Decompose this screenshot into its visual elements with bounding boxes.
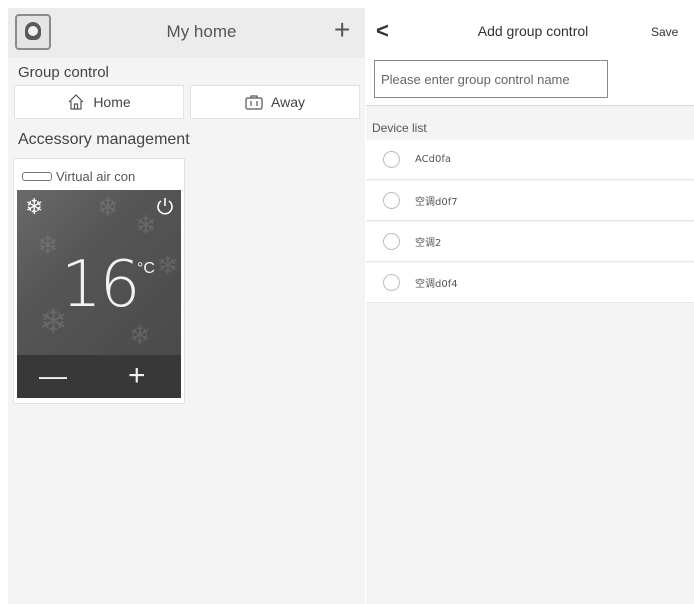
snowflake-decoration-icon: ❄ [157, 250, 179, 280]
home-header: My home + [8, 8, 365, 58]
add-group-header: < Add group control Save [366, 8, 694, 56]
ac-control-panel: ❄ ❄ ❄ ❄ ❄ ❄ ❄ 16 °C [17, 190, 181, 355]
device-list-name: 空调d0f4 [415, 279, 458, 290]
page-title: Add group control [477, 23, 589, 39]
temperature-minus-button[interactable]: — [39, 360, 67, 392]
add-icon[interactable]: + [334, 16, 350, 44]
device-name: Virtual air con [56, 168, 136, 184]
group-home-label: Home [93, 94, 131, 110]
device-list-name: 空调2 [415, 238, 442, 249]
temperature-value: 16 [61, 248, 140, 322]
group-home-button[interactable]: Home [14, 85, 184, 119]
page-title: My home [166, 22, 237, 41]
device-name-row: Virtual air con [22, 168, 135, 184]
temperature-controls: — + [17, 355, 181, 398]
snowflake-decoration-icon: ❄ [135, 210, 157, 240]
group-name-input[interactable] [374, 60, 608, 98]
add-group-control-screen: < Add group control Save Device list ACd… [366, 8, 694, 604]
snowflake-decoration-icon: ❄ [97, 192, 119, 222]
device-list-name: 空调d0f7 [415, 197, 458, 208]
snowflake-decoration-icon: ❄ [37, 230, 59, 260]
home-screen: My home + Group control Home Away Access… [8, 8, 365, 604]
device-radio[interactable] [383, 192, 400, 209]
power-icon[interactable] [155, 196, 175, 216]
temperature-plus-button[interactable]: + [128, 359, 146, 393]
group-away-label: Away [271, 94, 305, 110]
save-button[interactable]: Save [651, 25, 678, 39]
device-list-heading: Device list [372, 121, 427, 135]
device-list-item[interactable]: 空调d0f7 [366, 181, 694, 221]
snowflake-decoration-icon: ❄ [129, 320, 151, 350]
device-radio[interactable] [383, 233, 400, 250]
device-radio[interactable] [383, 151, 400, 168]
group-away-button[interactable]: Away [190, 85, 360, 119]
temperature-unit: °C [137, 260, 155, 277]
home-icon [68, 94, 84, 110]
accessory-management-heading: Accessory management [18, 131, 190, 148]
device-list-item[interactable]: 空调d0f4 [366, 263, 694, 303]
device-list-item[interactable]: ACd0fa [366, 140, 694, 180]
snowflake-icon[interactable]: ❄ [25, 194, 43, 220]
group-name-row [366, 56, 694, 106]
device-list-name: ACd0fa [415, 154, 452, 165]
device-card[interactable]: Virtual air con ❄ ❄ ❄ ❄ ❄ ❄ ❄ 16 °C — + [13, 158, 185, 404]
group-control-heading: Group control [18, 64, 109, 81]
suitcase-icon [245, 95, 263, 110]
air-conditioner-icon [22, 171, 52, 181]
device-list-item[interactable]: 空调2 [366, 222, 694, 262]
device-radio[interactable] [383, 274, 400, 291]
